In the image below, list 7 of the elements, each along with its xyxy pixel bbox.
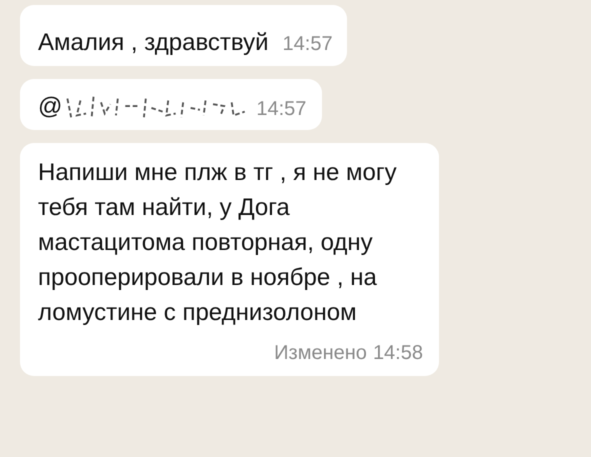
message-time: 14:57 xyxy=(256,98,306,120)
message-time: 14:58 xyxy=(372,342,423,364)
message-text: Напиши мне плж в тг , я не могу тебя там найти, у Дога мастацитома повторная, одну прооперировали в ноябре , на ломустине с преднизолоном xyxy=(38,159,397,326)
message-time: 14:57 xyxy=(282,33,333,55)
message-text: @ xyxy=(38,92,62,122)
message-text: Амалия , здравствуй xyxy=(38,29,269,56)
edited-label: Изменено xyxy=(274,342,367,364)
